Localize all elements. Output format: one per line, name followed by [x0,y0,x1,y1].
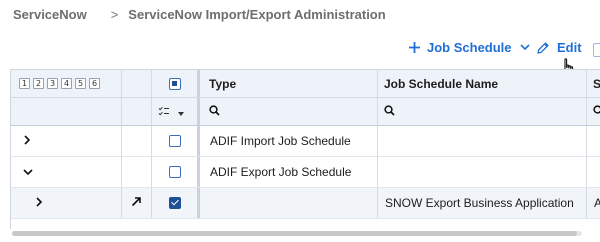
tree-cell [11,126,122,156]
row-select-cell [152,188,200,218]
search-icon [209,103,220,121]
job-schedule-label: Job Schedule [427,40,512,55]
next-column-filter[interactable] [587,98,600,125]
column-title-type: Type [209,76,237,91]
column-title-next: S [587,77,600,91]
level-4-button[interactable]: 4 [61,78,72,89]
select-all-checkbox[interactable] [169,77,181,90]
level-5-button[interactable]: 5 [75,78,86,89]
header-row: 1 2 3 4 5 6 Type Job Schedule Name S [11,70,600,98]
more-actions-icon[interactable] [593,43,600,57]
column-header-next[interactable]: S [587,70,600,97]
next-value: A [587,196,600,210]
row-checkbox[interactable] [169,197,181,209]
filter-row [11,98,600,126]
type-cell[interactable]: ADIF Export Job Schedule [203,157,378,187]
job-schedule-grid: 1 2 3 4 5 6 Type Job Schedule Name S [10,69,600,229]
chevron-down-icon[interactable] [23,163,33,181]
breadcrumb-current: ServiceNow Import/Export Administration [128,7,386,22]
pencil-icon [536,41,550,55]
edit-button[interactable]: Edit [536,40,582,55]
job-schedule-button[interactable]: Job Schedule [408,40,530,55]
checklist-filter-icon[interactable] [158,103,170,121]
row-select-cell [152,157,200,187]
type-cell[interactable] [203,188,378,218]
search-icon [593,103,600,121]
column-header-type[interactable]: Type [203,70,378,97]
search-icon [384,103,395,121]
header-select-all-cell [152,70,200,97]
table-row[interactable]: ADIF Import Job Schedule [11,126,600,157]
breadcrumb-separator: > [110,7,119,22]
horizontal-scrollbar-thumb[interactable] [12,231,577,236]
arrow-cell [122,126,152,156]
row-checkbox[interactable] [169,166,181,178]
arrow-cell [122,157,152,187]
job-schedule-name-value: SNOW Export Business Application [385,196,574,210]
arrow-cell [122,188,152,218]
open-record-arrow-icon[interactable] [131,194,142,212]
filter-cell-tree [11,98,122,125]
breadcrumb-root[interactable]: ServiceNow [13,7,87,22]
column-header-job-schedule-name[interactable]: Job Schedule Name [378,70,587,97]
type-filter[interactable] [203,98,378,125]
filter-cell-select [152,98,200,125]
toolbar: Job Schedule Edit [0,40,600,62]
level-2-button[interactable]: 2 [33,78,44,89]
tree-cell [11,188,122,218]
job-schedule-name-filter[interactable] [378,98,587,125]
chevron-right-icon[interactable] [35,194,43,212]
filter-dropdown-icon[interactable] [178,103,184,121]
job-schedule-name-cell[interactable] [378,126,587,156]
plus-icon [408,41,421,54]
chevron-down-icon [519,44,530,51]
level-buttons: 1 2 3 4 5 6 [11,70,122,97]
job-schedule-name-cell[interactable] [378,157,587,187]
filter-cell-arrow [122,98,152,125]
level-3-button[interactable]: 3 [47,78,58,89]
table-row[interactable]: ADIF Export Job Schedule [11,157,600,188]
page: ServiceNow > ServiceNow Import/Export Ad… [0,0,600,242]
column-title-job-schedule-name: Job Schedule Name [384,76,499,91]
type-value: ADIF Import Job Schedule [210,134,351,148]
horizontal-scrollbar[interactable] [12,231,582,236]
row-checkbox[interactable] [169,135,181,147]
next-cell[interactable] [587,157,600,187]
breadcrumb: ServiceNow > ServiceNow Import/Export Ad… [13,7,386,22]
next-cell[interactable]: A [587,188,600,218]
table-row[interactable]: SNOW Export Business Application A [11,188,600,219]
next-cell[interactable] [587,126,600,156]
tree-cell [11,157,122,187]
row-select-cell [152,126,200,156]
job-schedule-name-cell[interactable]: SNOW Export Business Application [378,188,587,218]
chevron-right-icon[interactable] [23,132,31,150]
type-cell[interactable]: ADIF Import Job Schedule [203,126,378,156]
level-1-button[interactable]: 1 [19,78,30,89]
header-arrow-cell [122,70,152,97]
level-6-button[interactable]: 6 [89,78,100,89]
type-value: ADIF Export Job Schedule [210,165,352,179]
edit-label: Edit [557,40,582,55]
